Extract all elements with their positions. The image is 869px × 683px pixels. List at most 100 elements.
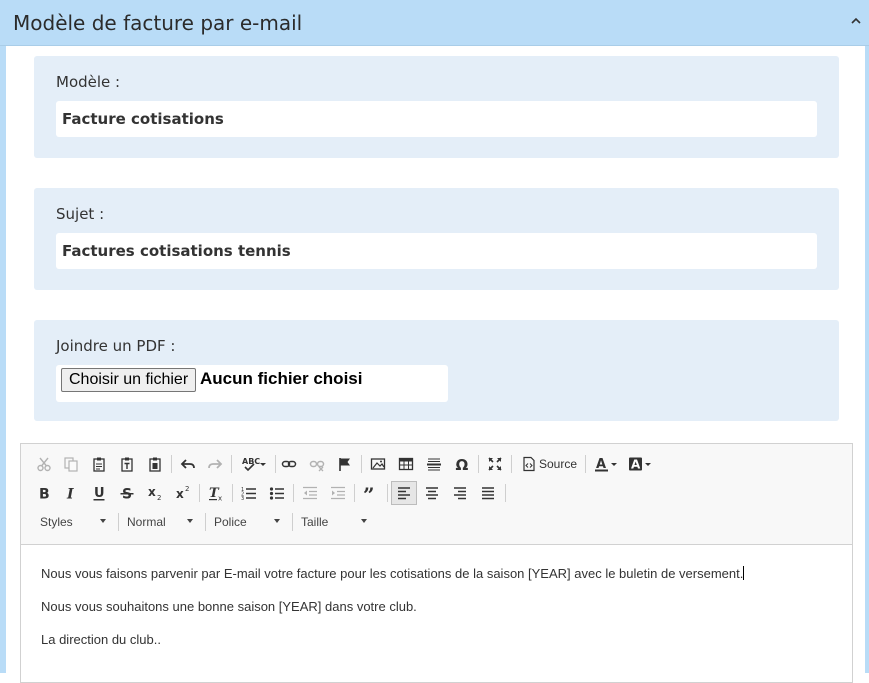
svg-text:x: x	[176, 487, 184, 501]
svg-text:x: x	[218, 495, 222, 502]
svg-text:Ω: Ω	[456, 456, 469, 472]
toolbar-separator	[293, 484, 294, 502]
blockquote-icon[interactable]: ”	[359, 482, 383, 504]
file-input[interactable]: Choisir un fichier Aucun fichier choisi	[56, 365, 448, 402]
text-color-icon[interactable]: A	[593, 453, 621, 475]
subject-label: Sujet :	[56, 205, 105, 223]
unlink-icon[interactable]	[305, 453, 329, 475]
toolbar-separator	[585, 455, 586, 473]
numbered-list-icon[interactable]: 123	[237, 482, 261, 504]
toolbar-separator	[275, 455, 276, 473]
anchor-icon[interactable]	[333, 453, 357, 475]
special-char-icon[interactable]: Ω	[450, 453, 474, 475]
remove-format-icon[interactable]: Tx	[204, 482, 228, 504]
align-left-icon[interactable]	[391, 481, 417, 505]
pdf-field-group: Joindre un PDF : Choisir un fichier Aucu…	[34, 320, 839, 421]
spellcheck-icon[interactable]: ABC	[239, 453, 269, 475]
toolbar-separator	[354, 484, 355, 502]
align-right-icon[interactable]	[448, 482, 472, 504]
pdf-label: Joindre un PDF :	[56, 337, 176, 355]
text-cursor	[743, 566, 745, 580]
justify-icon[interactable]	[476, 482, 500, 504]
indent-icon[interactable]	[326, 482, 350, 504]
template-label: Modèle :	[56, 73, 121, 91]
svg-text:x: x	[148, 485, 156, 499]
svg-text:”: ”	[363, 485, 375, 501]
paste-text-icon[interactable]	[115, 453, 139, 475]
content-paragraph: La direction du club..	[41, 632, 161, 647]
chevron-down-icon	[100, 519, 106, 523]
toolbar-separator	[361, 455, 362, 473]
font-combo-label: Police	[214, 515, 247, 529]
chevron-down-icon	[361, 519, 367, 523]
content-text: Nous vous faisons parvenir par E-mail vo…	[41, 566, 744, 581]
svg-text:2: 2	[157, 494, 161, 501]
content-paragraph: Nous vous faisons parvenir par E-mail vo…	[41, 566, 745, 581]
maximize-icon[interactable]	[483, 453, 507, 475]
template-field-group: Modèle :	[34, 56, 839, 158]
font-combo[interactable]: Police	[214, 512, 294, 532]
toolbar-separator	[171, 455, 172, 473]
editor-toolbar: ABC Ω Source A A B I U S x 2 x 2 T x 1 2…	[21, 444, 852, 545]
paste-icon[interactable]	[87, 453, 111, 475]
panel-border-left	[0, 46, 6, 673]
chevron-up-icon[interactable]	[849, 14, 863, 28]
svg-text:B: B	[39, 487, 50, 502]
styles-combo-label: Styles	[40, 515, 73, 529]
table-icon[interactable]	[394, 453, 418, 475]
copy-icon[interactable]	[59, 453, 83, 475]
undo-icon[interactable]	[176, 453, 200, 475]
toolbar-separator	[231, 455, 232, 473]
choose-file-button[interactable]: Choisir un fichier	[61, 368, 197, 392]
underline-icon[interactable]: U	[87, 482, 111, 504]
subject-field-group: Sujet :	[34, 188, 839, 290]
svg-text:U: U	[94, 486, 105, 501]
source-icon[interactable]	[517, 453, 541, 475]
panel-border-right	[865, 46, 869, 673]
italic-icon[interactable]: I	[59, 482, 83, 504]
toolbar-separator	[478, 455, 479, 473]
panel-header[interactable]: Modèle de facture par e-mail	[0, 0, 869, 46]
cut-icon[interactable]	[32, 453, 56, 475]
subject-input[interactable]	[56, 233, 817, 269]
panel-title: Modèle de facture par e-mail	[13, 11, 303, 35]
svg-text:3: 3	[241, 496, 244, 501]
size-combo[interactable]: Taille	[301, 512, 371, 532]
subscript-icon[interactable]: x2	[143, 482, 167, 504]
format-combo[interactable]: Normal	[127, 512, 207, 532]
image-icon[interactable]	[366, 453, 390, 475]
redo-icon[interactable]	[203, 453, 227, 475]
svg-text:2: 2	[185, 485, 189, 493]
paste-word-icon[interactable]	[143, 453, 167, 475]
chevron-down-icon	[187, 519, 193, 523]
svg-text:A: A	[631, 458, 641, 472]
toolbar-separator	[292, 513, 293, 531]
superscript-icon[interactable]: x2	[171, 482, 195, 504]
toolbar-separator	[199, 484, 200, 502]
outdent-icon[interactable]	[298, 482, 322, 504]
file-status: Aucun fichier choisi	[200, 369, 363, 388]
strike-icon[interactable]: S	[115, 482, 139, 504]
toolbar-separator	[232, 484, 233, 502]
content-paragraph: Nous vous souhaitons une bonne saison [Y…	[41, 599, 417, 614]
toolbar-separator	[118, 513, 119, 531]
toolbar-separator	[505, 484, 506, 502]
template-input[interactable]	[56, 101, 817, 137]
size-combo-label: Taille	[301, 515, 329, 529]
chevron-down-icon	[274, 519, 280, 523]
toolbar-separator	[387, 484, 388, 502]
bulleted-list-icon[interactable]	[265, 482, 289, 504]
toolbar-separator	[511, 455, 512, 473]
bg-color-icon[interactable]: A	[627, 453, 655, 475]
format-combo-label: Normal	[127, 515, 166, 529]
link-icon[interactable]	[277, 453, 301, 475]
horizontal-line-icon[interactable]	[422, 453, 446, 475]
source-button[interactable]: Source	[539, 457, 577, 471]
svg-text:I: I	[66, 487, 74, 502]
rich-text-editor: ABC Ω Source A A B I U S x 2 x 2 T x 1 2…	[20, 443, 853, 683]
bold-icon[interactable]: B	[32, 482, 56, 504]
svg-text:ABC: ABC	[242, 457, 260, 466]
toolbar-separator	[205, 513, 206, 531]
styles-combo[interactable]: Styles	[40, 512, 120, 532]
align-center-icon[interactable]	[420, 482, 444, 504]
